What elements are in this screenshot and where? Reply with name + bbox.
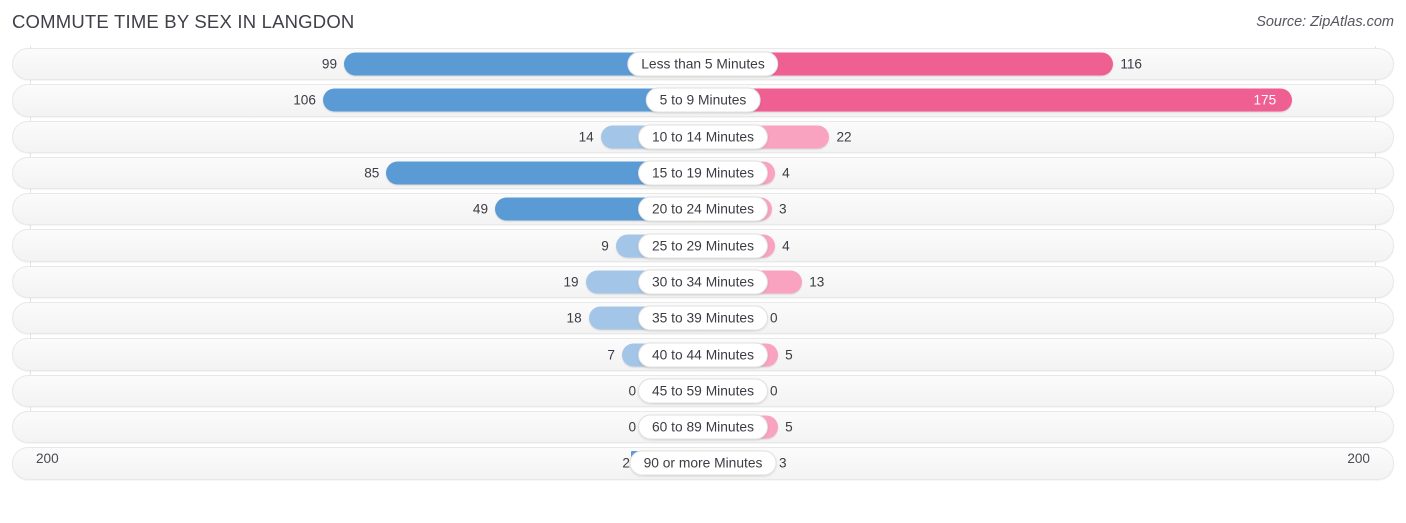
male-value-label: 49 <box>472 201 489 217</box>
female-value-label: 0 <box>770 383 778 399</box>
female-value-label: 22 <box>836 129 852 145</box>
bar-row: 0 5 60 to 89 Minutes <box>0 409 1406 445</box>
category-label: 15 to 19 Minutes <box>637 160 769 186</box>
chart-plot-area: 99 116 Less than 5 Minutes 106 175 5 to 9 Min… <box>0 46 1406 483</box>
male-value-label: 9 <box>601 238 609 254</box>
male-value-label: 0 <box>628 383 636 399</box>
male-value-label: 0 <box>628 419 636 435</box>
category-label: 5 to 9 Minutes <box>645 87 761 113</box>
bar-row: 0 0 45 to 59 Minutes <box>0 373 1406 409</box>
category-label: 10 to 14 Minutes <box>637 124 769 150</box>
row-bars: 9 4 25 to 29 Minutes <box>0 227 1406 263</box>
bar-rows-container: 99 116 Less than 5 Minutes 106 175 5 to 9 Min… <box>0 46 1406 482</box>
female-bar[interactable] <box>703 88 1292 112</box>
bar-row: 85 4 15 to 19 Minutes <box>0 155 1406 191</box>
bar-row: 18 0 35 to 39 Minutes <box>0 300 1406 336</box>
female-value-label: 116 <box>1120 56 1142 72</box>
category-label: 60 to 89 Minutes <box>637 414 769 440</box>
category-label: Less than 5 Minutes <box>627 51 779 77</box>
female-value-label: 3 <box>779 455 787 471</box>
bar-row: 106 175 5 to 9 Minutes <box>0 82 1406 118</box>
bar-row: 7 5 40 to 44 Minutes <box>0 336 1406 372</box>
male-value-label: 14 <box>578 129 594 145</box>
category-label: 20 to 24 Minutes <box>637 196 769 222</box>
male-value-label: 19 <box>563 274 579 290</box>
category-label: 25 to 29 Minutes <box>637 233 769 259</box>
bar-row: 19 13 30 to 34 Minutes <box>0 264 1406 300</box>
row-bars: 106 175 5 to 9 Minutes <box>0 82 1406 118</box>
male-value-label: 106 <box>293 92 316 108</box>
category-label: 90 or more Minutes <box>629 450 777 476</box>
category-label: 35 to 39 Minutes <box>637 305 769 331</box>
female-value-label: 5 <box>785 347 793 363</box>
source-attribution: Source: ZipAtlas.com <box>1256 14 1394 30</box>
row-bars: 85 4 15 to 19 Minutes <box>0 155 1406 191</box>
category-label: 40 to 44 Minutes <box>637 342 769 368</box>
row-bars: 18 0 35 to 39 Minutes <box>0 300 1406 336</box>
row-bars: 0 0 45 to 59 Minutes <box>0 373 1406 409</box>
female-value-label: 175 <box>1253 92 1277 108</box>
row-bars: 7 5 40 to 44 Minutes <box>0 336 1406 372</box>
row-bars: 14 22 10 to 14 Minutes <box>0 119 1406 155</box>
female-value-label: 3 <box>779 201 787 217</box>
female-value-label: 0 <box>770 310 778 326</box>
page-title: COMMUTE TIME BY SEX IN LANGDON <box>12 11 355 32</box>
male-value-label: 18 <box>566 310 582 326</box>
male-value-label: 99 <box>321 56 338 72</box>
row-bars: 0 5 60 to 89 Minutes <box>0 409 1406 445</box>
male-value-label: 85 <box>364 165 380 181</box>
category-label: 30 to 34 Minutes <box>637 269 769 295</box>
category-label: 45 to 59 Minutes <box>637 378 769 404</box>
bar-row: 99 116 Less than 5 Minutes <box>0 46 1406 82</box>
row-bars: 49 3 20 to 24 Minutes <box>0 191 1406 227</box>
female-value-label: 5 <box>785 419 793 435</box>
bar-row: 9 4 25 to 29 Minutes <box>0 227 1406 263</box>
female-value-label: 13 <box>809 274 825 290</box>
bar-row: 49 3 20 to 24 Minutes <box>0 191 1406 227</box>
female-value-label: 4 <box>782 165 790 181</box>
chart-header: COMMUTE TIME BY SEX IN LANGDON Source: Z… <box>0 0 1406 46</box>
male-value-label: 7 <box>607 347 615 363</box>
row-bars: 99 116 Less than 5 Minutes <box>0 46 1406 82</box>
row-bars: 19 13 30 to 34 Minutes <box>0 264 1406 300</box>
bar-row: 14 22 10 to 14 Minutes <box>0 119 1406 155</box>
female-value-label: 4 <box>782 238 790 254</box>
